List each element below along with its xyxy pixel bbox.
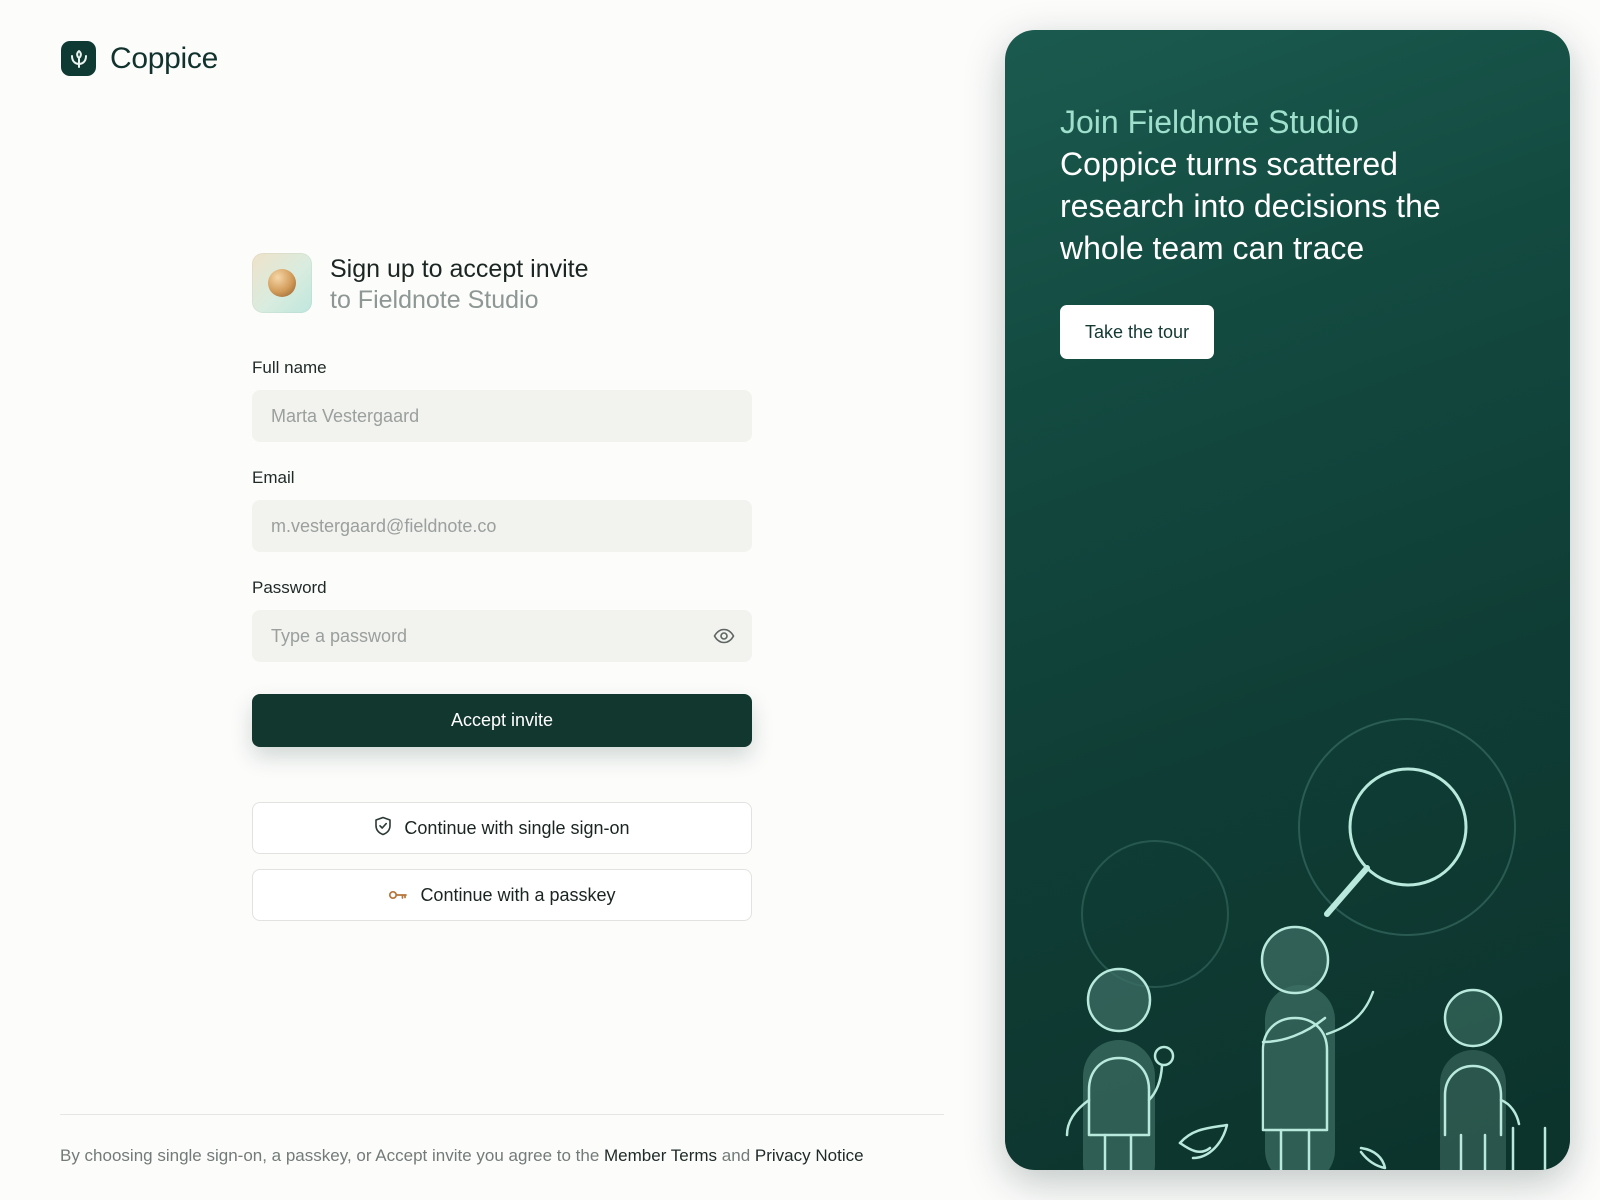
accept-invite-button[interactable]: Accept invite bbox=[252, 694, 752, 747]
research-team-magnifier-illustration bbox=[1065, 718, 1547, 1170]
email-field-group: Email bbox=[252, 468, 752, 552]
full-name-input[interactable] bbox=[252, 390, 752, 442]
email-input[interactable] bbox=[252, 500, 752, 552]
passkey-button[interactable]: Continue with a passkey bbox=[252, 869, 752, 921]
member-terms-link[interactable]: Member Terms bbox=[604, 1146, 717, 1165]
privacy-notice-link[interactable]: Privacy Notice bbox=[755, 1146, 864, 1165]
signup-form: Sign up to accept invite to Fieldnote St… bbox=[252, 253, 752, 921]
panel-kicker: Join Fieldnote Studio bbox=[1060, 104, 1359, 140]
page-subtitle: to Fieldnote Studio bbox=[330, 286, 539, 314]
shield-check-icon bbox=[374, 816, 392, 841]
brand[interactable]: Coppice bbox=[61, 41, 218, 76]
legal-conjunction: and bbox=[721, 1146, 751, 1165]
email-label: Email bbox=[252, 468, 295, 487]
full-name-label: Full name bbox=[252, 358, 327, 377]
workspace-orb-icon bbox=[252, 253, 312, 313]
sso-button[interactable]: Continue with single sign-on bbox=[252, 802, 752, 854]
passkey-button-label: Continue with a passkey bbox=[420, 884, 616, 905]
footer-divider bbox=[60, 1114, 944, 1115]
legal-prefix: By choosing single sign-on, a passkey, o… bbox=[60, 1146, 600, 1165]
sso-button-label: Continue with single sign-on bbox=[404, 817, 630, 838]
brand-name: Coppice bbox=[110, 41, 218, 75]
page-title: Sign up to accept invite bbox=[330, 255, 589, 283]
password-label: Password bbox=[252, 578, 327, 597]
full-name-field-group: Full name bbox=[252, 358, 752, 442]
eye-icon[interactable] bbox=[712, 625, 736, 647]
panel-headline: Coppice turns scattered research into de… bbox=[1060, 146, 1441, 266]
invite-header: Sign up to accept invite to Fieldnote St… bbox=[252, 253, 752, 316]
promo-panel: Join Fieldnote Studio Coppice turns scat… bbox=[1005, 30, 1570, 1170]
sprout-icon bbox=[61, 41, 96, 76]
password-field-group: Password bbox=[252, 578, 752, 662]
take-tour-button[interactable]: Take the tour bbox=[1060, 305, 1215, 359]
key-icon bbox=[388, 885, 408, 906]
password-input[interactable] bbox=[252, 610, 752, 662]
legal-notice: By choosing single sign-on, a passkey, o… bbox=[60, 1146, 864, 1166]
